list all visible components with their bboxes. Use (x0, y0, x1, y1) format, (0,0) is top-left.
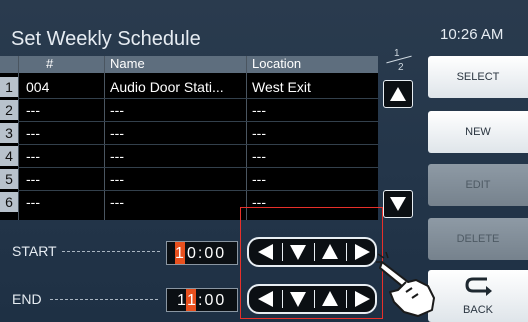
pointing-hand-icon (376, 252, 435, 317)
start-time-field[interactable]: 1 0:00 (166, 241, 238, 265)
edit-button[interactable]: EDIT (428, 164, 528, 206)
callout-highlight (240, 207, 383, 319)
cell-name: --- (110, 171, 124, 187)
clock: 10:26 AM (440, 26, 504, 43)
row-number: 4 (0, 146, 18, 166)
cell-id: --- (26, 194, 40, 210)
cell-name: --- (110, 102, 124, 118)
row-number: 3 (0, 123, 18, 143)
cell-name: --- (110, 194, 124, 210)
select-button[interactable]: SELECT (428, 56, 528, 98)
cell-location: --- (252, 171, 266, 187)
row-number: 1 (0, 77, 18, 97)
start-label: START (12, 243, 57, 259)
row-number: 6 (0, 192, 18, 212)
page-title: Set Weekly Schedule (11, 28, 201, 50)
col-header-name: Name (110, 56, 145, 71)
start-hour-digit: 1 (175, 245, 184, 262)
end-time-rest: :00 (198, 292, 227, 309)
cell-id: 004 (26, 79, 50, 95)
cell-name: --- (110, 148, 124, 164)
device-table: # Name Location 1 004 Audio Door Stati..… (0, 56, 378, 220)
new-button[interactable]: NEW (428, 111, 528, 153)
delete-button[interactable]: DELETE (428, 218, 528, 260)
page-indicator: 1 2 (384, 48, 416, 74)
row-number: 2 (0, 100, 18, 120)
row-number: 5 (0, 169, 18, 189)
end-label: END (12, 291, 42, 307)
end-hour-second-digit: 1 (187, 292, 196, 309)
back-arrow-icon (465, 277, 492, 296)
cell-id: --- (26, 148, 40, 164)
triangle-up-icon (390, 87, 406, 101)
page-current: 1 (394, 48, 400, 59)
cell-id: --- (26, 125, 40, 141)
cell-name: --- (110, 125, 124, 141)
scroll-up-button[interactable] (383, 80, 413, 108)
cell-location: --- (252, 102, 266, 118)
col-header-location: Location (252, 56, 302, 71)
cell-id: --- (26, 171, 40, 187)
cell-location: West Exit (252, 79, 311, 95)
cell-id: --- (26, 102, 40, 118)
page-total: 2 (398, 62, 404, 73)
scroll-down-button[interactable] (383, 190, 413, 218)
cell-location: --- (252, 125, 266, 141)
start-time-rest: 0:00 (187, 245, 227, 262)
end-time-field[interactable]: 1 1 :00 (166, 288, 238, 312)
cell-name: Audio Door Stati... (110, 79, 224, 95)
triangle-down-icon (390, 197, 406, 211)
col-header-number: # (46, 56, 54, 71)
end-hour-first-digit: 1 (177, 292, 186, 309)
cell-location: --- (252, 148, 266, 164)
back-label: BACK (463, 304, 493, 316)
back-button[interactable]: BACK (428, 270, 528, 322)
